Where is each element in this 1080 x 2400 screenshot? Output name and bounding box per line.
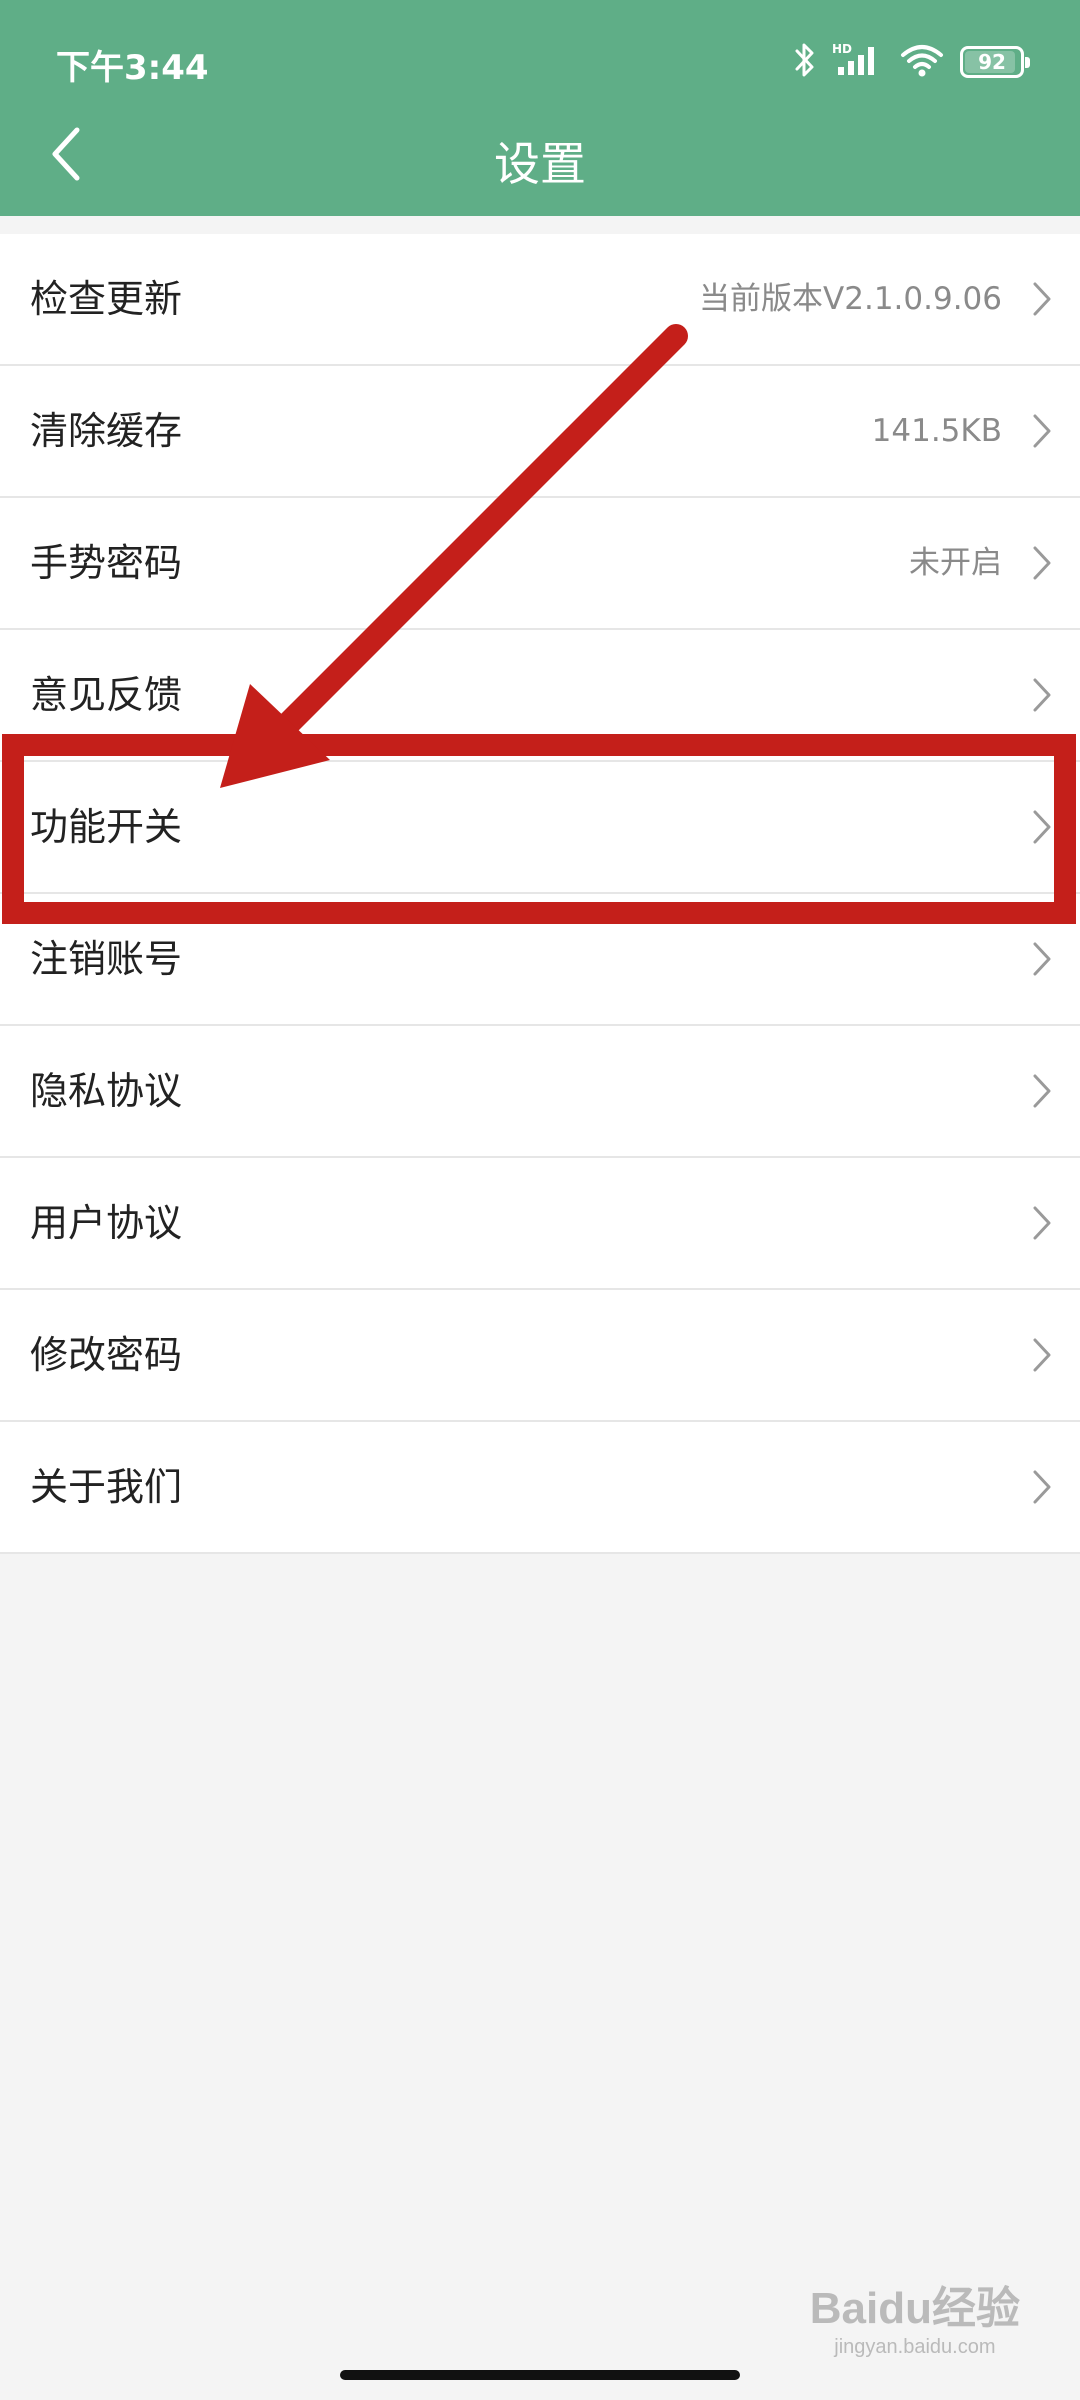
- settings-row-value: 未开启: [909, 545, 1002, 581]
- home-indicator[interactable]: [340, 2370, 740, 2380]
- battery-icon: 92: [960, 46, 1030, 78]
- settings-row-value: 141.5KB: [871, 413, 1002, 449]
- settings-row-label: 隐私协议: [30, 1069, 183, 1113]
- battery-percent: 92: [978, 50, 1006, 74]
- settings-row[interactable]: 功能开关: [0, 762, 1080, 894]
- watermark-main: Baidu经验: [809, 2284, 1020, 2333]
- app-header: 下午3:44 HD 92 设置: [0, 0, 1080, 216]
- settings-row[interactable]: 清除缓存 141.5KB: [0, 366, 1080, 498]
- settings-row-label: 手势密码: [30, 541, 183, 585]
- settings-row[interactable]: 隐私协议: [0, 1026, 1080, 1158]
- settings-row[interactable]: 修改密码: [0, 1290, 1080, 1422]
- settings-list: 检查更新 当前版本V2.1.0.9.06 清除缓存 141.5KB 手势密码 未开启意见反…: [0, 234, 1080, 1554]
- chevron-right-icon: [1032, 1469, 1052, 1505]
- settings-row-value: 当前版本V2.1.0.9.06: [699, 281, 1002, 317]
- settings-row[interactable]: 意见反馈: [0, 630, 1080, 762]
- status-time: 下午3:44: [56, 48, 209, 88]
- svg-text:HD: HD: [832, 42, 852, 56]
- settings-row[interactable]: 关于我们: [0, 1422, 1080, 1554]
- bluetooth-icon: [794, 41, 816, 83]
- settings-row[interactable]: 手势密码 未开启: [0, 498, 1080, 630]
- chevron-right-icon: [1032, 281, 1052, 317]
- hd-signal-icon: HD: [832, 41, 884, 83]
- settings-row[interactable]: 检查更新 当前版本V2.1.0.9.06: [0, 234, 1080, 366]
- settings-row-label: 功能开关: [30, 805, 183, 849]
- settings-row-label: 意见反馈: [30, 673, 183, 717]
- settings-row-label: 检查更新: [30, 277, 183, 321]
- watermark-logo: Baidu经验 jingyan.baidu.com: [810, 2272, 1020, 2359]
- chevron-right-icon: [1032, 809, 1052, 845]
- status-icons: HD 92: [794, 40, 1030, 84]
- settings-row-label: 修改密码: [30, 1333, 183, 1377]
- watermark-sub: jingyan.baidu.com: [834, 2336, 996, 2358]
- chevron-right-icon: [1032, 941, 1052, 977]
- settings-row-label: 清除缓存: [30, 409, 183, 453]
- chevron-right-icon: [1032, 1205, 1052, 1241]
- settings-row-label: 关于我们: [30, 1465, 183, 1509]
- page-title: 设置: [494, 137, 586, 191]
- chevron-right-icon: [1032, 1073, 1052, 1109]
- settings-row-label: 用户协议: [30, 1201, 183, 1245]
- settings-row[interactable]: 注销账号: [0, 894, 1080, 1026]
- chevron-right-icon: [1032, 1337, 1052, 1373]
- chevron-right-icon: [1032, 677, 1052, 713]
- settings-row[interactable]: 用户协议: [0, 1158, 1080, 1290]
- chevron-right-icon: [1032, 413, 1052, 449]
- settings-row-label: 注销账号: [30, 937, 183, 981]
- chevron-right-icon: [1032, 545, 1052, 581]
- wifi-icon: [900, 41, 944, 83]
